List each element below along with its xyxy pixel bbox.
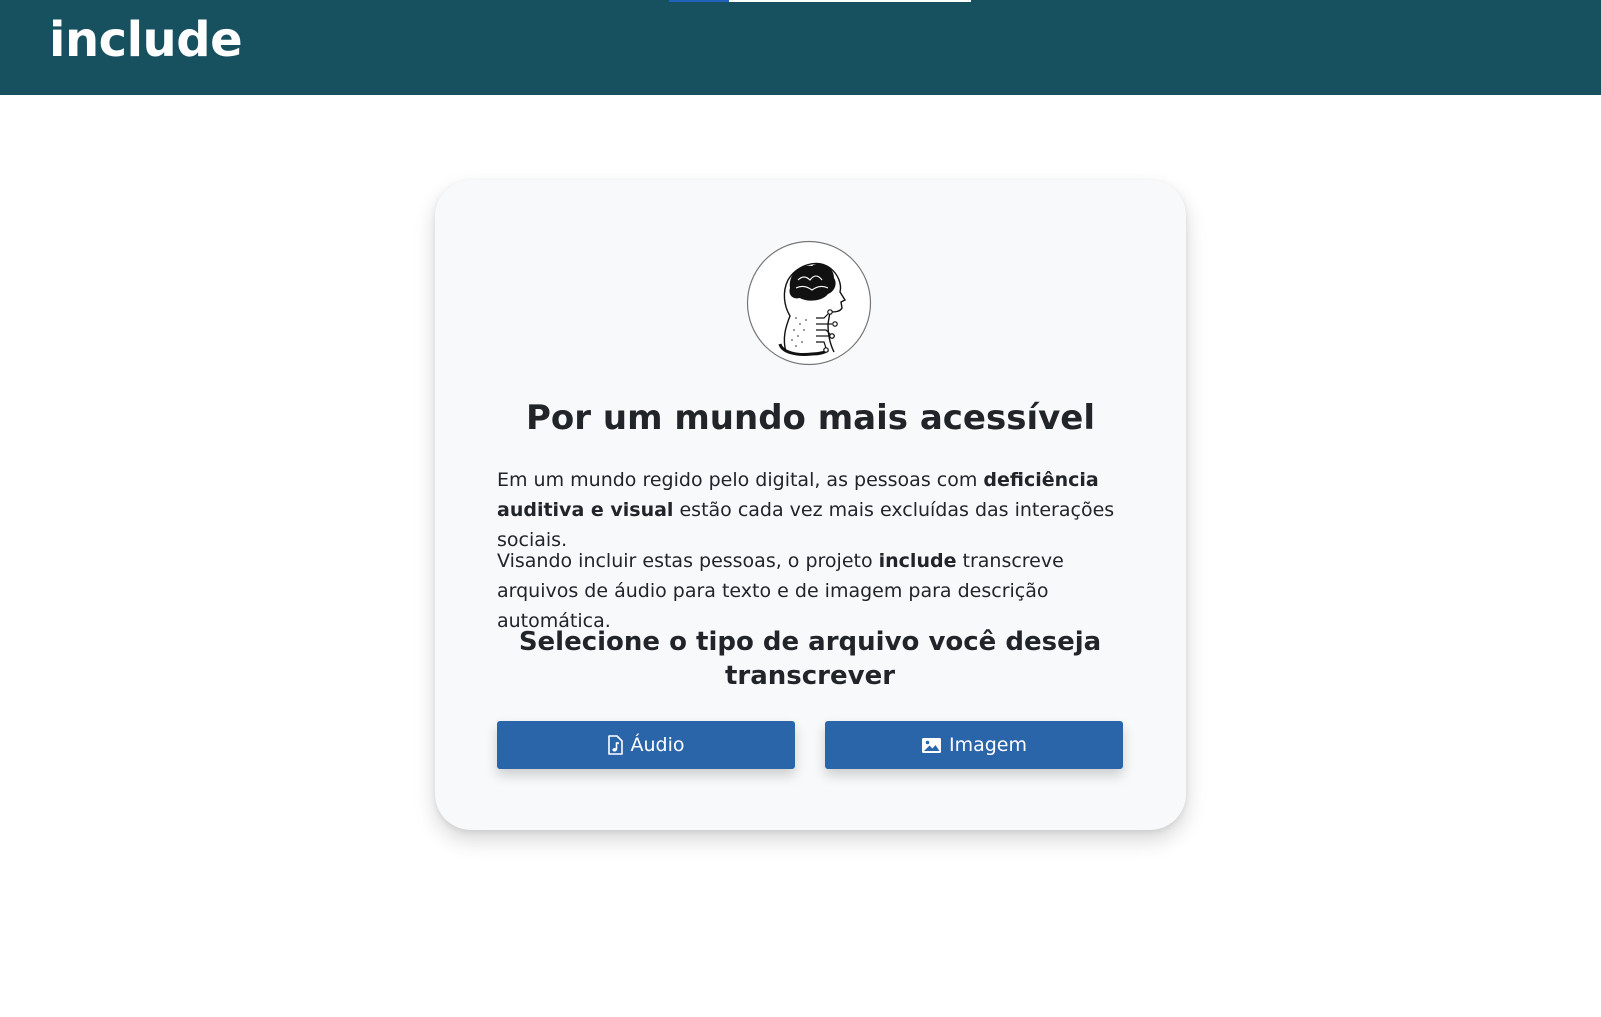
brain-head-circuit-icon <box>746 240 872 366</box>
top-navbar: include <box>0 0 1601 95</box>
brand-logo-text[interactable]: include <box>49 12 243 68</box>
audio-button-label: Áudio <box>630 734 685 756</box>
image-button[interactable]: Imagem <box>825 721 1123 769</box>
image-icon <box>921 737 942 754</box>
intro-paragraph-1: Em um mundo regido pelo digital, as pess… <box>497 469 1115 551</box>
file-music-icon <box>607 735 624 755</box>
image-button-label: Imagem <box>948 734 1027 756</box>
page-title: Por um mundo mais acessível <box>526 398 1095 438</box>
select-file-type-heading: Selecione o tipo de arquivo você deseja … <box>518 627 1102 691</box>
loading-progress-fill <box>669 0 730 2</box>
intro-paragraph-2: Visando incluir estas pessoas, o projeto… <box>497 550 1064 632</box>
intro-card: Por um mundo mais acessível Em um mundo … <box>435 180 1186 830</box>
audio-button[interactable]: Áudio <box>497 721 795 769</box>
loading-progress-bar <box>669 0 971 2</box>
emphasis-project-name: include <box>878 550 957 572</box>
